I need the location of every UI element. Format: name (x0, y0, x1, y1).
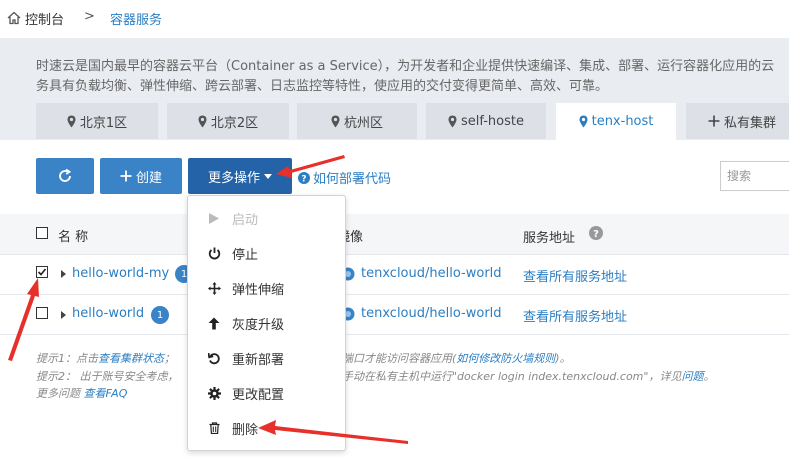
annotation-arrows (8, 155, 408, 444)
annotation-arrow-checkbox (8, 278, 39, 361)
annotation-arrow-more-actions (276, 155, 345, 178)
annotation-arrow-delete (258, 420, 408, 444)
